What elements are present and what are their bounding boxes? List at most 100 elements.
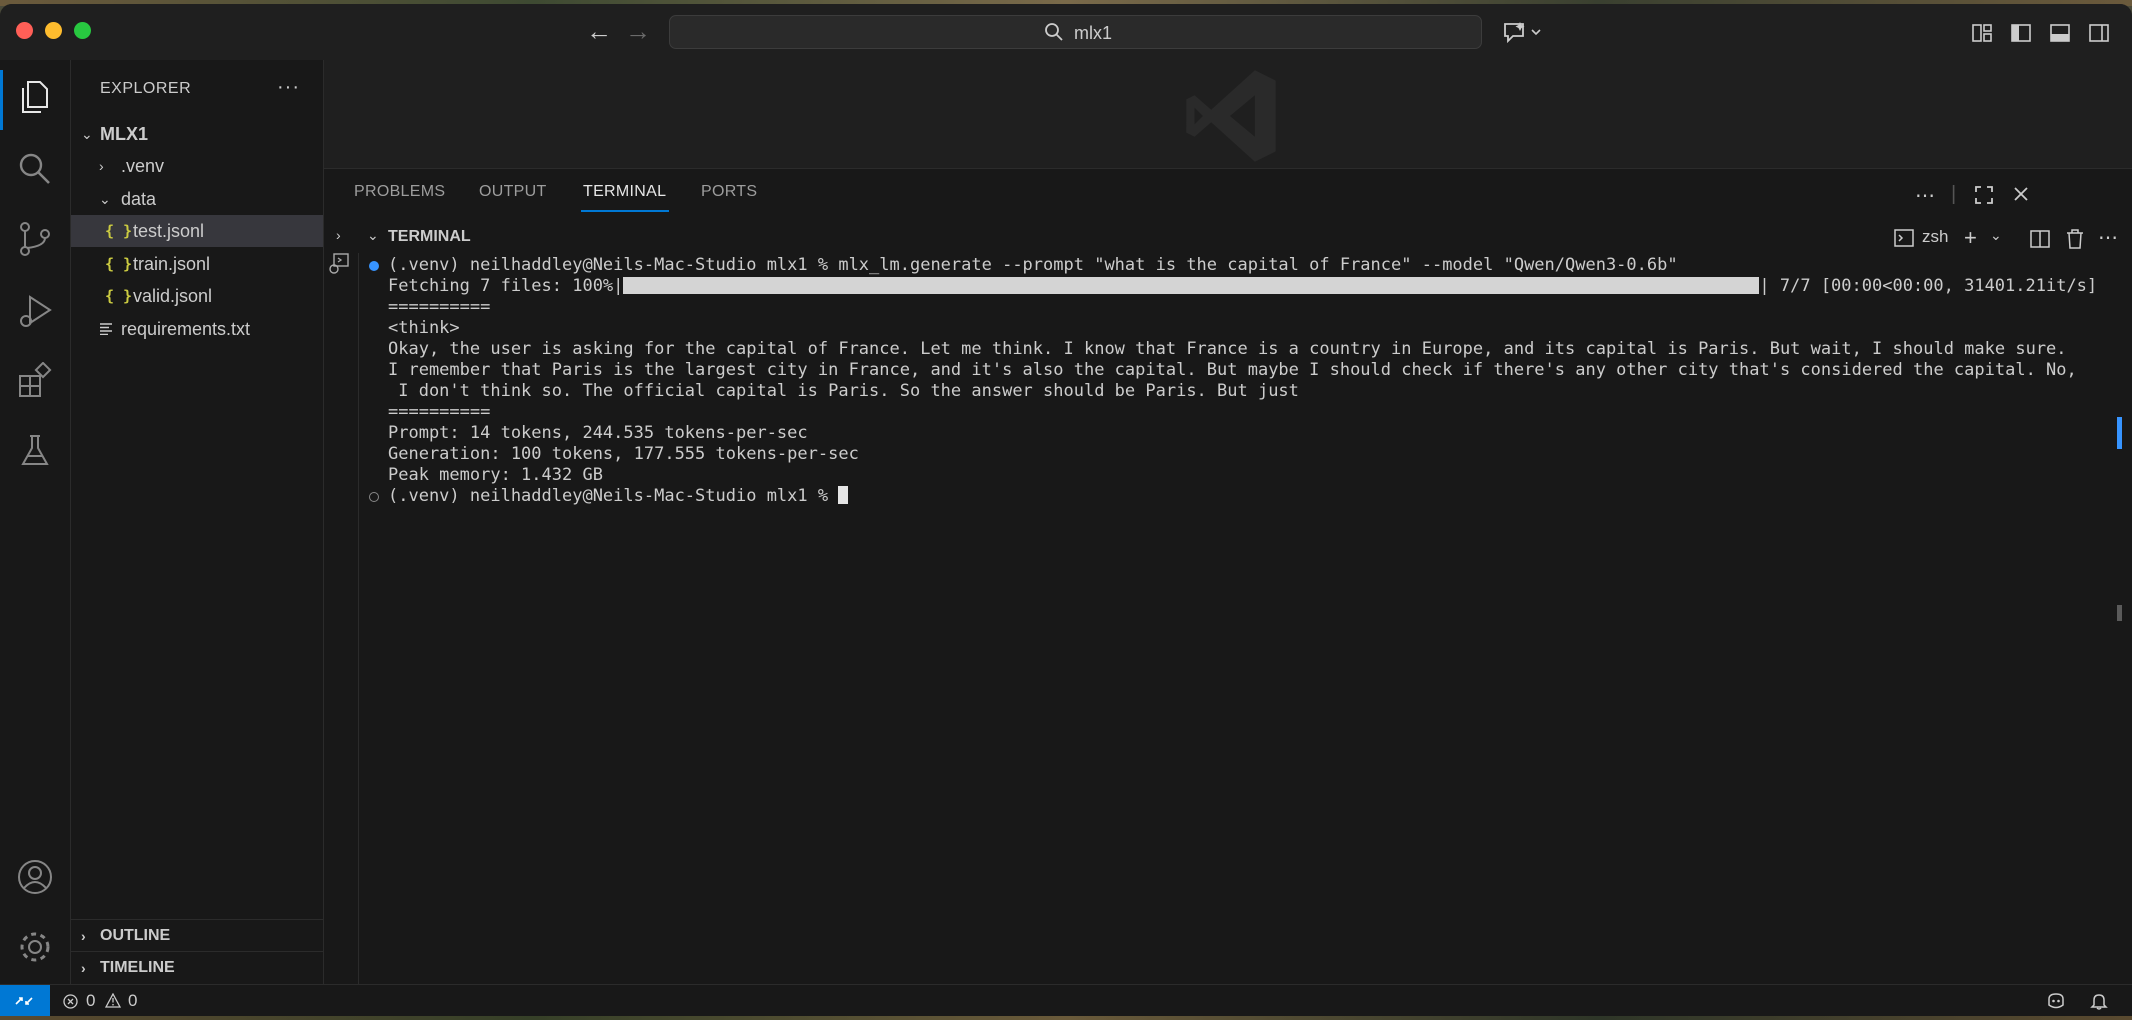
- new-terminal-plus-icon[interactable]: +: [1964, 225, 1977, 251]
- bottom-panel: PROBLEMS OUTPUT TERMINAL PORTS ⋯ | › ⌄ T…: [324, 168, 2132, 985]
- chevron-right-icon: ›: [99, 158, 104, 174]
- close-window-button[interactable]: [16, 22, 33, 39]
- chevron-right-icon: ›: [81, 928, 86, 944]
- status-bar: 0 0: [0, 984, 2132, 1016]
- error-icon[interactable]: [63, 994, 78, 1009]
- outline-label: OUTLINE: [100, 927, 171, 944]
- remote-icon: [15, 997, 33, 1005]
- toggle-panel-icon[interactable]: [2049, 22, 2071, 44]
- terminal-line: Prompt: 14 tokens, 244.535 tokens-per-se…: [388, 423, 808, 443]
- tree-root-mlx1[interactable]: ⌄ MLX1: [71, 118, 323, 150]
- gear-icon[interactable]: [16, 928, 54, 966]
- tab-output[interactable]: OUTPUT: [479, 183, 547, 201]
- terminal-progress-line: Fetching 7 files: 100%| | 7/7 [00:00<00:0…: [388, 276, 2098, 296]
- vscode-window: ← → mlx1 EXPLORER ··· ⌄ MLX1 › .venv ⌄ d…: [0, 4, 2132, 1016]
- more-actions-icon[interactable]: ···: [277, 76, 300, 99]
- accounts-icon[interactable]: [16, 858, 54, 896]
- json-file-icon: { }: [105, 222, 133, 240]
- toggle-secondary-sidebar-icon[interactable]: [2088, 22, 2110, 44]
- terminal-line: Generation: 100 tokens, 177.555 tokens-p…: [388, 444, 859, 464]
- warning-count[interactable]: 0: [128, 991, 137, 1011]
- editor-area: [324, 60, 2132, 168]
- command-center-text: mlx1: [1074, 23, 1113, 43]
- source-control-icon[interactable]: [16, 220, 54, 258]
- tree-item-requirements-txt[interactable]: requirements.txt: [71, 313, 323, 345]
- tree-item-venv[interactable]: › .venv: [71, 150, 323, 182]
- active-tab-underline: [581, 210, 669, 212]
- title-bar: ← → mlx1: [0, 4, 2132, 61]
- toggle-primary-sidebar-icon[interactable]: [2010, 22, 2032, 44]
- more-actions-icon[interactable]: ⋯: [1915, 183, 1935, 208]
- download-progress-bar: [623, 277, 1760, 294]
- trash-icon[interactable]: [2066, 229, 2084, 249]
- command-pending-decoration[interactable]: [369, 492, 379, 502]
- terminal-section-title: TERMINAL: [388, 228, 471, 245]
- error-count[interactable]: 0: [86, 991, 95, 1011]
- close-panel-icon[interactable]: [2012, 185, 2030, 203]
- tree-item-label: valid.jsonl: [133, 286, 213, 306]
- run-and-debug-icon[interactable]: [16, 292, 54, 330]
- split-terminal-icon[interactable]: [2030, 230, 2050, 248]
- forward-arrow-icon[interactable]: →: [625, 16, 651, 46]
- maximize-window-button[interactable]: [74, 22, 91, 39]
- copilot-chat-icon[interactable]: [1502, 20, 1544, 46]
- terminal-line: (.venv) neilhaddley@Neils-Mac-Studio mlx…: [369, 255, 2108, 276]
- tab-terminal[interactable]: TERMINAL: [583, 183, 666, 201]
- tab-problems[interactable]: PROBLEMS: [354, 183, 445, 201]
- chevron-down-icon: ⌄: [81, 126, 93, 142]
- scrollbar-thumb[interactable]: [2117, 605, 2122, 621]
- chevron-down-icon[interactable]: ⌄: [367, 227, 379, 244]
- copilot-icon[interactable]: [2046, 992, 2066, 1010]
- tree-item-data[interactable]: ⌄ data: [71, 183, 323, 215]
- timeline-section[interactable]: › TIMELINE: [71, 951, 323, 984]
- chevron-right-icon[interactable]: ›: [336, 227, 341, 243]
- terminal-debug-icon[interactable]: [328, 253, 350, 275]
- divider: |: [1951, 183, 1957, 205]
- active-indicator: [0, 70, 3, 130]
- tree-item-valid-jsonl[interactable]: { } valid.jsonl: [71, 280, 323, 312]
- terminal-output[interactable]: (.venv) neilhaddley@Neils-Mac-Studio mlx…: [369, 255, 2108, 507]
- tree-item-label: test.jsonl: [133, 221, 205, 241]
- customize-layout-icon[interactable]: [1971, 22, 1993, 44]
- terminal-line: Okay, the user is asking for the capital…: [388, 339, 2067, 359]
- terminal-prompt-line: (.venv) neilhaddley@Neils-Mac-Studio mlx…: [369, 486, 2108, 507]
- timeline-label: TIMELINE: [100, 959, 175, 976]
- search-icon: [1045, 23, 1063, 41]
- back-arrow-icon[interactable]: ←: [586, 16, 612, 46]
- minimize-window-button[interactable]: [45, 22, 62, 39]
- terminal-cursor: [838, 486, 849, 504]
- warning-icon[interactable]: [105, 993, 121, 1008]
- tree-item-train-jsonl[interactable]: { } train.jsonl: [71, 248, 323, 280]
- command-success-decoration[interactable]: [369, 261, 379, 271]
- notifications-bell-icon[interactable]: [2090, 992, 2108, 1010]
- activity-bar: [0, 60, 71, 984]
- json-file-icon: { }: [105, 255, 133, 273]
- tree-root-label: MLX1: [100, 124, 149, 144]
- terminal-line: Peak memory: 1.432 GB: [388, 465, 603, 485]
- extensions-icon[interactable]: [16, 362, 54, 400]
- terminal-tabs-gutter: [324, 253, 359, 985]
- text-file-icon: [100, 323, 112, 335]
- testing-flask-icon[interactable]: [16, 432, 54, 470]
- tab-ports[interactable]: PORTS: [701, 183, 757, 201]
- scrollbar-marker[interactable]: [2117, 417, 2122, 449]
- json-file-icon: { }: [105, 287, 133, 305]
- terminal-more-icon[interactable]: ⋯: [2098, 225, 2118, 250]
- tree-item-label: .venv: [121, 156, 165, 176]
- maximize-panel-icon[interactable]: [1974, 185, 1994, 205]
- command-center-search[interactable]: mlx1: [669, 15, 1482, 49]
- search-icon[interactable]: [16, 150, 54, 188]
- tree-item-test-jsonl[interactable]: { } test.jsonl: [71, 215, 323, 247]
- explorer-title: EXPLORER: [100, 80, 192, 97]
- outline-section[interactable]: › OUTLINE: [71, 919, 323, 952]
- chevron-down-icon[interactable]: ⌄: [1990, 227, 2002, 244]
- explorer-files-icon[interactable]: [16, 78, 54, 116]
- tree-item-label: requirements.txt: [121, 319, 251, 339]
- terminal-shell-name[interactable]: zsh: [1922, 227, 1948, 247]
- tree-item-label: data: [121, 189, 157, 209]
- remote-indicator[interactable]: [0, 985, 50, 1016]
- terminal-line: ==========: [388, 402, 491, 422]
- explorer-sidebar: EXPLORER ··· ⌄ MLX1 › .venv ⌄ data { } t…: [71, 60, 324, 984]
- chevron-right-icon: ›: [81, 960, 86, 976]
- terminal-line: <think>: [388, 318, 460, 338]
